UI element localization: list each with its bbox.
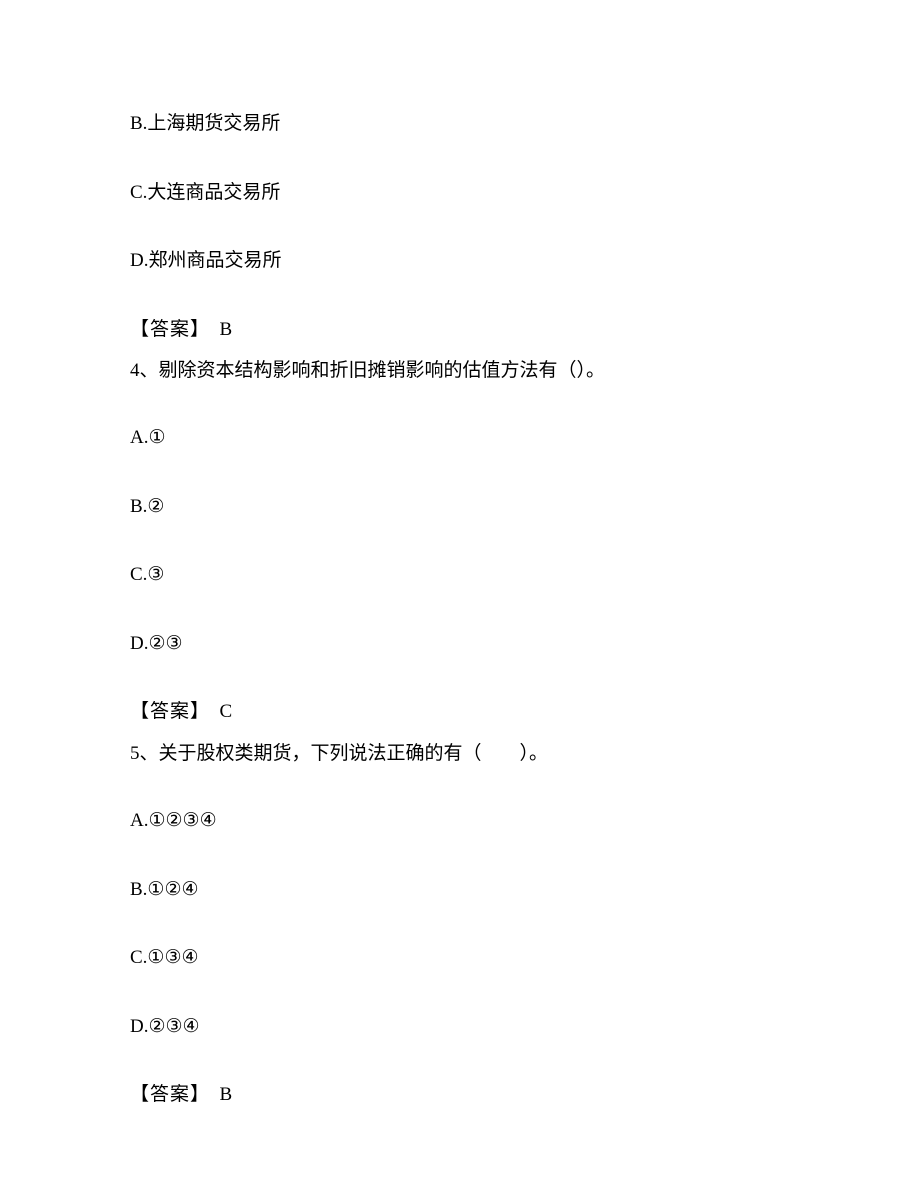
option-b-q5: B.①②④ bbox=[130, 876, 790, 905]
question-stem-q5: 5、关于股权类期货，下列说法正确的有（ ）。 bbox=[130, 739, 790, 769]
option-a-q4: A.① bbox=[130, 424, 790, 453]
answer-label-q5: 【答案】 bbox=[130, 1084, 210, 1105]
option-c-q3: C.大连商品交易所 bbox=[130, 179, 790, 208]
document-page: B.上海期货交易所 C.大连商品交易所 D.郑州商品交易所 【答案】 B 4、剔… bbox=[0, 0, 920, 1182]
option-b-q4: B.② bbox=[130, 493, 790, 522]
answer-label-q4: 【答案】 bbox=[130, 701, 210, 722]
answer-value-q4: C bbox=[220, 701, 233, 722]
answer-line-q3: 【答案】 B bbox=[130, 316, 790, 345]
answer-value-q5: B bbox=[220, 1084, 233, 1105]
option-d-q3: D.郑州商品交易所 bbox=[130, 247, 790, 276]
answer-line-q4: 【答案】 C bbox=[130, 698, 790, 727]
option-c-q4: C.③ bbox=[130, 561, 790, 590]
option-d-q5: D.②③④ bbox=[130, 1013, 790, 1042]
option-b-q3: B.上海期货交易所 bbox=[130, 110, 790, 139]
option-d-q4: D.②③ bbox=[130, 630, 790, 659]
option-c-q5: C.①③④ bbox=[130, 944, 790, 973]
option-a-q5: A.①②③④ bbox=[130, 807, 790, 836]
question-stem-q4: 4、剔除资本结构影响和折旧摊销影响的估值方法有（）。 bbox=[130, 356, 790, 386]
answer-label-q3: 【答案】 bbox=[130, 319, 210, 340]
answer-value-q3: B bbox=[220, 319, 233, 340]
answer-line-q5: 【答案】 B bbox=[130, 1081, 790, 1110]
